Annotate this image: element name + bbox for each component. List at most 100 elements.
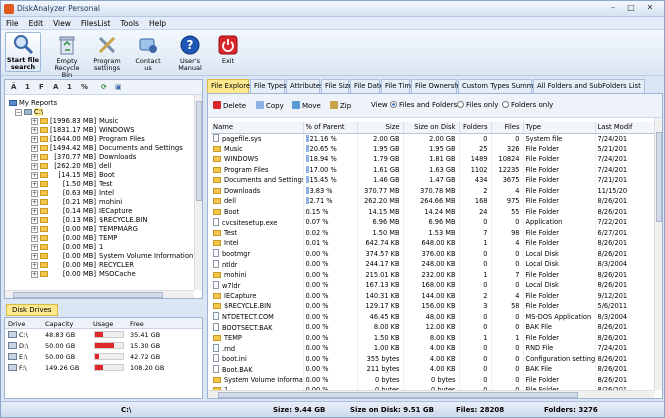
drive-column-header[interactable]: Drive <box>8 320 25 328</box>
report-icon[interactable]: ▣ <box>115 83 122 91</box>
menu-help[interactable]: Help <box>144 17 171 28</box>
tree-root[interactable]: My Reports <box>9 99 57 108</box>
tree-item[interactable]: + [370.77 MB] Downloads <box>31 153 136 162</box>
delete-button[interactable]: Delete <box>213 101 246 110</box>
expand-icon[interactable]: + <box>31 127 38 134</box>
percent-button[interactable]: % <box>81 83 88 91</box>
size-column-header[interactable]: Size <box>357 122 404 134</box>
files-and-folders-radio[interactable]: Files and Folders <box>390 101 457 109</box>
tree-item[interactable]: + [1494.42 MB] Documents and Settings <box>31 144 183 153</box>
table-row[interactable]: TEMP 0.00 % 1.50 KB 8.00 KB 1 1 File Folder 8/2… <box>211 332 655 343</box>
files-only-radio[interactable]: Files only <box>457 101 498 109</box>
table-row[interactable]: Program Files 17.00 % 1.61 GB 1.63 GB 1102 12… <box>211 164 655 175</box>
table-row[interactable]: pagefile.sys 21.16 % 2.00 GB 2.00 GB 0 0 Syste… <box>211 133 655 144</box>
sort-desc-button[interactable]: 1 <box>67 83 72 91</box>
tree-item[interactable]: + [1644.00 MB] Program Files <box>31 135 145 144</box>
tab-file-types[interactable]: File Types <box>250 79 287 93</box>
tree-item[interactable]: + [262.20 MB] dell <box>31 162 111 171</box>
folders-column-header[interactable]: Folders <box>459 122 492 134</box>
menu-tools[interactable]: Tools <box>115 17 143 28</box>
tree-item[interactable]: + [0.13 MB] $RECYCLE.BIN <box>31 216 148 225</box>
sort-by-name-button[interactable]: Ã <box>11 83 16 91</box>
table-row[interactable]: Test 0.02 % 1.50 MB 1.53 MB 7 98 File Folder 6/… <box>211 227 655 238</box>
drive-row[interactable]: C:\ 48.83 GB 35.41 GB <box>5 329 202 340</box>
program-settings-button[interactable]: Program settings <box>89 34 125 72</box>
tab-file-explorer[interactable]: File Explorer <box>207 79 253 93</box>
free-column-header[interactable]: Free <box>130 320 144 328</box>
usage-column-header[interactable]: Usage <box>93 320 113 328</box>
expand-icon[interactable]: + <box>31 226 38 233</box>
folders-only-radio[interactable]: Folders only <box>502 101 553 109</box>
close-button[interactable]: ✕ <box>642 3 658 14</box>
last-modified-column-header[interactable]: Last Modif <box>595 122 655 134</box>
drive-row[interactable]: F:\ 149.26 GB 108.20 GB <box>5 362 202 373</box>
sort-by-attr-button[interactable]: A <box>53 83 58 91</box>
tab-file-size[interactable]: File Size <box>321 79 353 93</box>
expand-icon[interactable]: + <box>31 262 38 269</box>
scroll-thumb[interactable] <box>218 392 578 398</box>
expand-icon[interactable]: + <box>31 154 38 161</box>
zip-button[interactable]: Zip <box>330 101 351 110</box>
capacity-column-header[interactable]: Capacity <box>45 320 73 328</box>
table-row[interactable]: Boot 0.15 % 14.15 MB 14.24 MB 24 55 File Folde… <box>211 206 655 217</box>
table-row[interactable]: mohini 0.00 % 215.01 KB 232.00 KB 1 7 File Fol… <box>211 269 655 280</box>
maximize-button[interactable]: □ <box>623 3 639 14</box>
tab-custom-types-summary[interactable]: Custom Types Summary <box>458 79 544 93</box>
tree-item[interactable]: + [0.00 MB] MSOCache <box>31 270 136 279</box>
table-row[interactable]: ntldr 0.00 % 244.17 KB 248.00 KB 0 0 Local Dis… <box>211 259 655 270</box>
empty-recycle-bin-button[interactable]: Empty Recycle Bin <box>49 34 85 79</box>
scroll-thumb[interactable] <box>196 101 202 201</box>
table-row[interactable]: System Volume Informa... 0.00 % 0 bytes 0 b… <box>211 374 655 385</box>
tree-horizontal-scrollbar[interactable] <box>5 290 194 298</box>
expand-icon[interactable]: + <box>31 118 38 125</box>
tree-item[interactable]: + [0.00 MB] TEMPMARG <box>31 225 138 234</box>
tree-item[interactable]: + [0.00 MB] TEMP <box>31 234 117 243</box>
drive-row[interactable]: D:\ 50.00 GB 15.30 GB <box>5 340 202 351</box>
table-row[interactable]: Downloads 3.83 % 370.77 MB 370.78 MB 2 4 File … <box>211 185 655 196</box>
tree-item[interactable]: + [1.50 MB] Test <box>31 180 112 189</box>
tree-item[interactable]: + [14.15 MB] Boot <box>31 171 115 180</box>
expand-icon[interactable]: + <box>31 163 38 170</box>
expand-icon[interactable]: + <box>31 244 38 251</box>
start-file-search-button[interactable]: Start file search <box>5 32 41 72</box>
tree-item[interactable]: + [0.63 MB] Intel <box>31 189 114 198</box>
sort-by-size-button[interactable]: 1 <box>25 83 30 91</box>
table-row[interactable]: IECapture 0.00 % 140.31 KB 144.00 KB 2 4 File … <box>211 290 655 301</box>
table-row[interactable]: Music 20.65 % 1.95 GB 1.95 GB 25 326 File Fold… <box>211 143 655 154</box>
table-row[interactable]: $RECYCLE.BIN 0.00 % 129.17 KB 156.00 KB 3 58 F… <box>211 301 655 312</box>
table-row[interactable]: boot.ini 0.00 % 355 bytes 4.00 KB 0 0 Configur… <box>211 353 655 364</box>
tab-attributes[interactable]: Attributes <box>286 79 324 93</box>
name-column-header[interactable]: Name <box>211 122 304 134</box>
contact-us-button[interactable]: Contact us <box>131 34 165 72</box>
percent-column-header[interactable]: % of Parent <box>303 122 358 134</box>
files-column-header[interactable]: Files <box>491 122 524 134</box>
size-on-disk-column-header[interactable]: Size on Disk <box>403 122 460 134</box>
tree-item[interactable]: + [0.00 MB] RECYCLER <box>31 261 134 270</box>
minimize-button[interactable]: – <box>605 3 621 14</box>
tree-item[interactable]: + [0.00 MB] 1 <box>31 243 103 252</box>
table-row[interactable]: BOOTSECT.BAK 0.00 % 8.00 KB 12.00 KB 0 0 BAK F… <box>211 322 655 333</box>
expand-icon[interactable]: + <box>31 181 38 188</box>
collapse-icon[interactable]: − <box>15 109 22 116</box>
scroll-thumb[interactable] <box>13 292 163 298</box>
expand-icon[interactable]: + <box>31 235 38 242</box>
tab-disk-drives[interactable]: Disk Drives <box>6 304 58 316</box>
menu-view[interactable]: View <box>48 17 76 28</box>
menu-fileslist[interactable]: FilesList <box>76 17 116 28</box>
menu-file[interactable]: File <box>1 17 24 28</box>
menu-edit[interactable]: Edit <box>24 17 49 28</box>
table-row[interactable]: NTDETECT.COM 0.00 % 46.45 KB 48.00 KB 0 0 MS-D… <box>211 311 655 322</box>
expand-icon[interactable]: + <box>31 136 38 143</box>
tree-item[interactable]: + [0.21 MB] mohini <box>31 198 122 207</box>
tab-file-date[interactable]: File Date <box>350 79 384 93</box>
tree-item[interactable]: + [0.00 MB] System Volume Information <box>31 252 193 261</box>
tree-item[interactable]: + [0.14 MB] IECapture <box>31 207 132 216</box>
table-row[interactable]: Intel 0.01 % 642.74 KB 648.00 KB 1 4 File Fold… <box>211 238 655 249</box>
users-manual-button[interactable]: ? User's Manual <box>169 34 211 72</box>
table-row[interactable]: w7ldr 0.00 % 167.13 KB 168.00 KB 0 0 Local Dis… <box>211 280 655 291</box>
expand-icon[interactable]: + <box>31 172 38 179</box>
table-row[interactable]: dell 2.71 % 262.20 MB 264.66 MB 168 975 File F… <box>211 196 655 207</box>
scroll-thumb[interactable] <box>656 132 662 222</box>
tab-all-folders-and-subfolders-list[interactable]: All Folders and SubFolders List <box>533 79 645 93</box>
expand-icon[interactable]: + <box>31 253 38 260</box>
